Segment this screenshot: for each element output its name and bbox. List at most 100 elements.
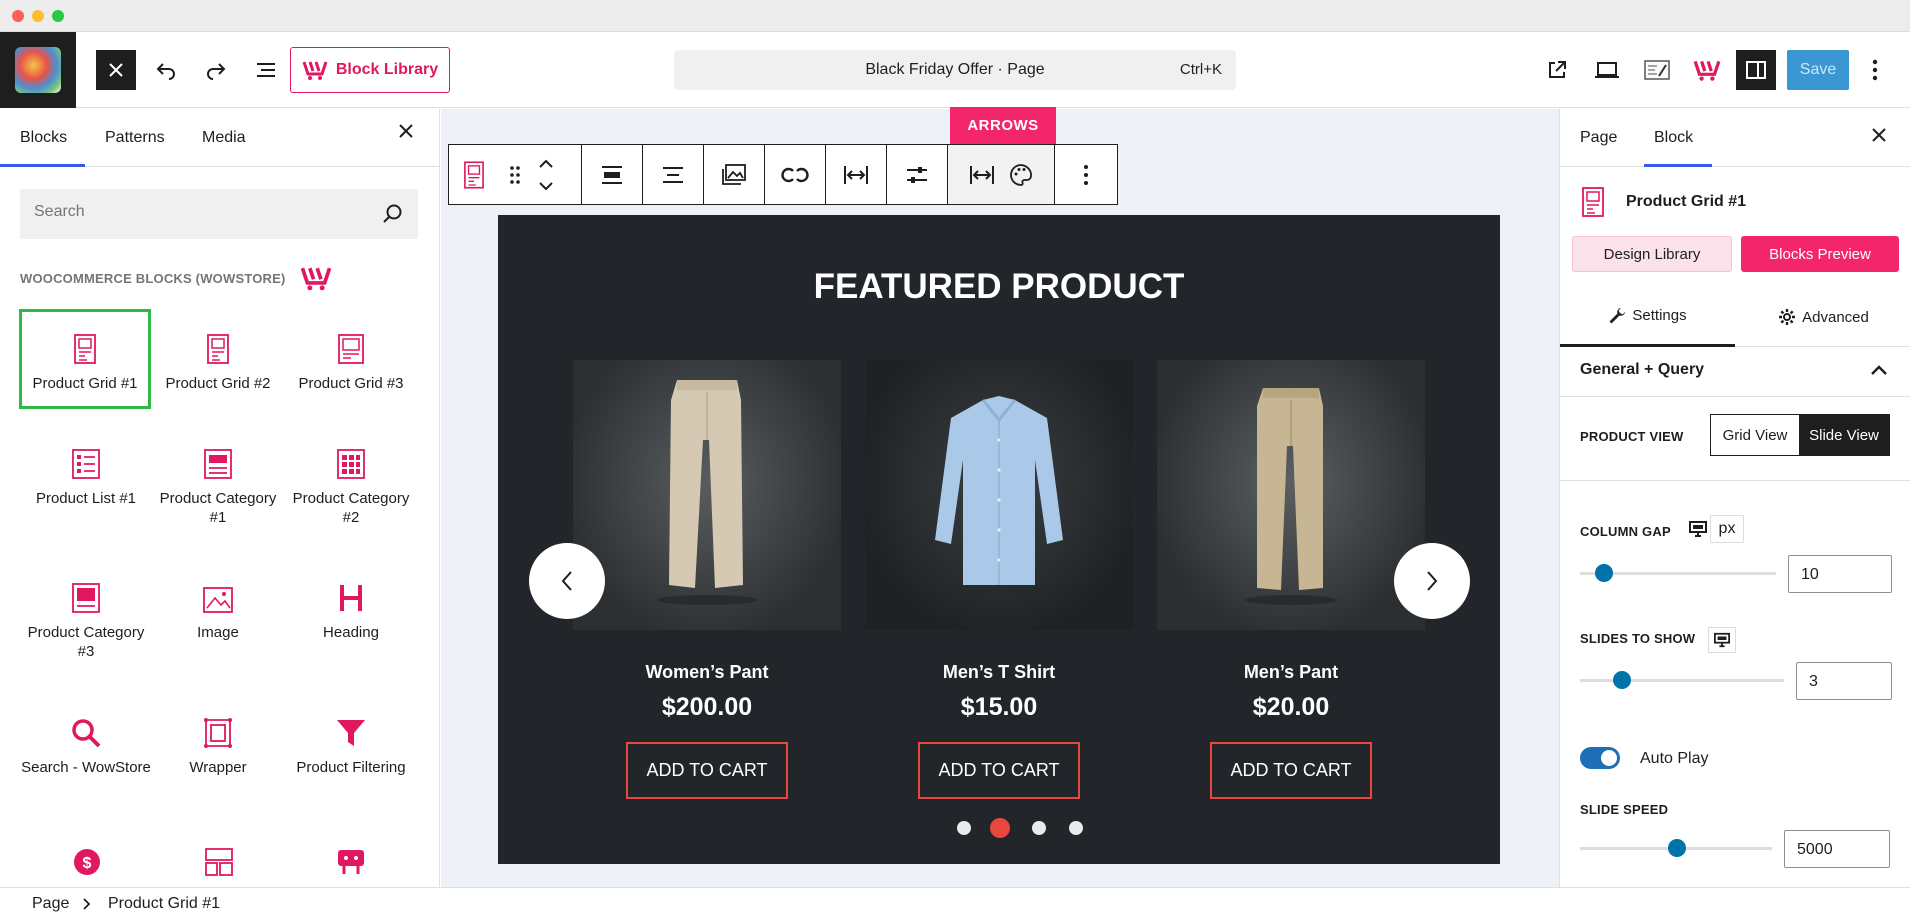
block-options-button[interactable] <box>1055 145 1117 204</box>
block-image[interactable]: Image <box>152 561 284 661</box>
slider-dot[interactable] <box>1032 821 1046 835</box>
tab-settings[interactable]: Settings <box>1560 287 1735 347</box>
section-heading[interactable]: General + Query <box>1580 361 1704 379</box>
product-image[interactable] <box>865 360 1133 630</box>
view-page-button[interactable] <box>1537 50 1577 90</box>
block-product-filtering[interactable]: Product Filtering <box>285 696 417 796</box>
justify-button[interactable] <box>643 145 703 204</box>
block-type-button[interactable] <box>449 145 499 204</box>
block-library-button[interactable]: Block Library <box>290 47 450 93</box>
maximize-window-dot[interactable] <box>52 10 64 22</box>
add-to-cart-button[interactable]: ADD TO CART <box>626 742 788 799</box>
responsive-device-button[interactable] <box>1688 520 1708 538</box>
command-palette-button[interactable]: Black Friday Offer · Page Ctrl+K <box>674 50 1236 90</box>
close-inserter-panel-button[interactable] <box>398 123 414 139</box>
tab-blocks[interactable]: Blocks <box>20 129 67 147</box>
product-grid-preview[interactable]: FEATURED PRODUCT Women’s Pant $200.00 AD… <box>498 215 1500 864</box>
slider-prev-arrow[interactable] <box>529 543 605 619</box>
slides-to-show-label: SLIDES TO SHOW <box>1580 631 1696 646</box>
drag-handle[interactable] <box>499 145 531 204</box>
breadcrumb-current[interactable]: Product Grid #1 <box>108 895 220 913</box>
slide-speed-input[interactable]: 5000 <box>1784 830 1890 868</box>
save-button[interactable]: Save <box>1787 50 1849 90</box>
document-overview-button[interactable] <box>246 50 286 90</box>
close-window-dot[interactable] <box>12 10 24 22</box>
options-menu-button[interactable] <box>1860 50 1890 90</box>
spacing-button[interactable] <box>826 145 886 204</box>
column-gap-slider[interactable] <box>1580 564 1776 582</box>
close-inserter-button[interactable] <box>96 50 136 90</box>
product-card[interactable]: Men’s T Shirt $15.00 ADD TO CART <box>865 360 1133 799</box>
block-product-grid-2[interactable]: Product Grid #2 <box>152 312 284 412</box>
active-tab-indicator <box>1644 164 1712 167</box>
tab-media[interactable]: Media <box>202 129 246 147</box>
product-image[interactable] <box>573 360 841 630</box>
block-wrapper[interactable]: Wrapper <box>152 696 284 796</box>
tab-block[interactable]: Block <box>1654 129 1693 147</box>
slider-handle[interactable] <box>1595 564 1613 582</box>
tab-page[interactable]: Page <box>1580 129 1617 147</box>
block-product-category-3[interactable]: Product Category #3 <box>20 561 152 661</box>
responsive-device-button[interactable] <box>1708 627 1736 653</box>
redo-button[interactable] <box>196 50 236 90</box>
slide-speed-slider[interactable] <box>1580 839 1772 857</box>
block-product-category-2[interactable]: Product Category #2 <box>285 427 417 527</box>
product-name[interactable]: Men’s T Shirt <box>865 662 1133 683</box>
move-up-down-button[interactable] <box>531 145 561 204</box>
align-button[interactable] <box>582 145 642 204</box>
slider-handle[interactable] <box>1668 839 1686 857</box>
product-name[interactable]: Women’s Pant <box>573 662 841 683</box>
close-icon <box>399 124 413 138</box>
blocks-preview-button[interactable]: Blocks Preview <box>1741 236 1899 272</box>
slider-handle[interactable] <box>1613 671 1631 689</box>
wowstore-settings-button[interactable] <box>1687 50 1727 90</box>
block-product-grid-3[interactable]: Product Grid #3 <box>285 312 417 412</box>
product-card[interactable]: Men’s Pant $20.00 ADD TO CART <box>1157 360 1425 799</box>
template-preview-button[interactable] <box>1637 50 1677 90</box>
undo-button[interactable] <box>146 50 186 90</box>
block-product-list-1[interactable]: Product List #1 <box>20 427 152 527</box>
close-settings-button[interactable] <box>1871 127 1887 143</box>
add-to-cart-button[interactable]: ADD TO CART <box>1210 742 1372 799</box>
slides-to-show-slider[interactable] <box>1580 671 1784 689</box>
auto-play-toggle[interactable] <box>1580 747 1620 769</box>
media-button[interactable] <box>704 145 764 204</box>
block-partial-3[interactable] <box>336 847 366 877</box>
slider-dot[interactable] <box>957 821 971 835</box>
unit-label: px <box>1718 520 1736 537</box>
product-card[interactable]: Women’s Pant $200.00 ADD TO CART <box>573 360 841 799</box>
search-input[interactable] <box>34 203 374 221</box>
design-library-button[interactable]: Design Library <box>1572 236 1732 272</box>
image-icon <box>203 587 233 613</box>
settings-panel-toggle[interactable] <box>1736 50 1776 90</box>
block-partial-1[interactable]: $ <box>72 847 102 877</box>
block-search-wowstore[interactable]: Search - WowStore <box>20 696 152 796</box>
tab-patterns[interactable]: Patterns <box>105 129 165 147</box>
slider-next-arrow[interactable] <box>1394 543 1470 619</box>
wrapper-icon <box>204 718 232 748</box>
block-product-grid-1[interactable]: Product Grid #1 <box>19 309 151 409</box>
unit-selector[interactable]: px <box>1710 515 1744 543</box>
tab-advanced[interactable]: Advanced <box>1736 287 1910 347</box>
arrows-element-tag[interactable]: ARROWS <box>950 107 1056 144</box>
collapse-section-button[interactable] <box>1870 364 1888 376</box>
minimize-window-dot[interactable] <box>32 10 44 22</box>
column-gap-input[interactable]: 10 <box>1788 555 1892 593</box>
desktop-icon <box>1595 62 1619 78</box>
block-heading[interactable]: Heading <box>285 561 417 661</box>
site-logo[interactable] <box>0 32 76 108</box>
block-partial-2[interactable] <box>204 847 234 877</box>
product-image[interactable] <box>1157 360 1425 630</box>
slides-to-show-input[interactable]: 3 <box>1796 662 1892 700</box>
slider-dot[interactable] <box>1069 821 1083 835</box>
block-product-category-1[interactable]: Product Category #1 <box>152 427 284 527</box>
link-button[interactable] <box>765 145 825 204</box>
slide-view-option[interactable]: Slide View <box>1799 415 1889 455</box>
slider-dot-active[interactable] <box>990 818 1010 838</box>
product-name[interactable]: Men’s Pant <box>1157 662 1425 683</box>
device-preview-button[interactable] <box>1587 50 1627 90</box>
breadcrumb-root[interactable]: Page <box>32 895 69 913</box>
grid-view-option[interactable]: Grid View <box>1711 415 1799 455</box>
add-to-cart-button[interactable]: ADD TO CART <box>918 742 1080 799</box>
settings-button[interactable] <box>887 145 947 204</box>
